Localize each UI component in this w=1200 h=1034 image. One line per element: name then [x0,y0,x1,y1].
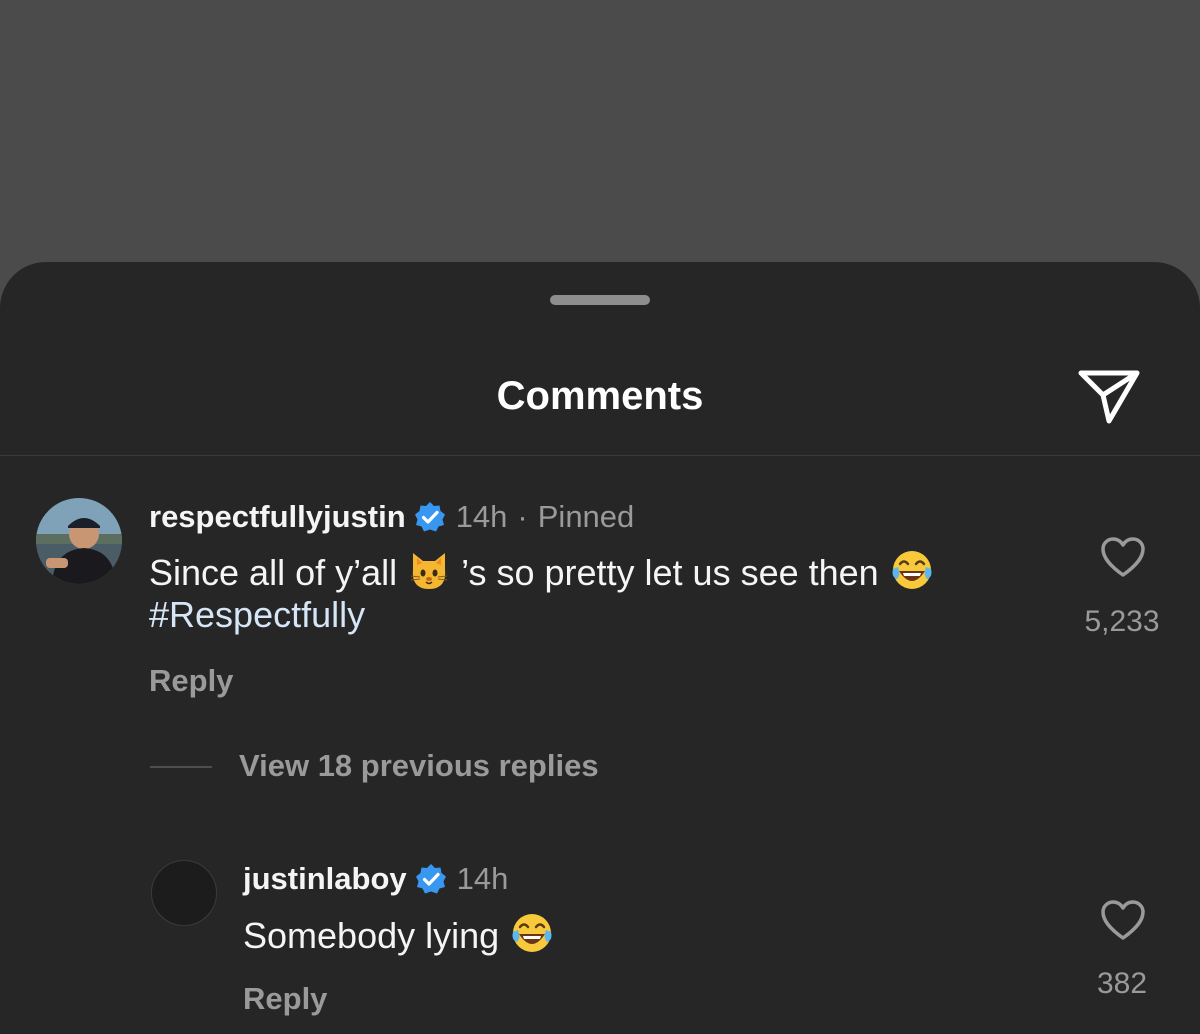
avatar-photo [36,498,122,584]
paper-plane-icon[interactable] [1076,364,1142,426]
verified-badge-icon [414,502,445,532]
sheet-title: Comments [496,374,704,418]
reply-text-body: Somebody lying [243,915,510,956]
like-count: 5,233 [1084,605,1160,638]
comments-sheet: Comments respectfullyjustin 14h · Pinned… [0,262,1200,1034]
reply-time: 14h [456,861,509,896]
replies-line [150,766,212,768]
like-count: 382 [1096,967,1148,1000]
reply-meta: justinlaboy 14h [243,860,508,898]
reply-text: Somebody lying [243,910,555,959]
comment-text-line1: Since all of y’all ’s so pretty let us s… [149,547,935,596]
drag-handle[interactable] [550,295,650,305]
reply-button[interactable]: Reply [243,980,327,1018]
reply-button[interactable]: Reply [149,662,233,700]
cat-face-emoji [411,553,448,589]
header-divider [0,455,1200,456]
heart-icon[interactable] [1099,535,1147,579]
reply-username[interactable]: justinlaboy [243,860,407,898]
comment-meta: respectfullyjustin 14h · Pinned [149,498,634,536]
verified-badge-icon [415,864,446,894]
comment-hashtag[interactable]: #Respectfully [149,594,365,635]
comment-time: 14h [455,499,508,534]
meta-separator: · [517,499,528,534]
comment-text-line2: #Respectfully [149,592,365,638]
tears-of-joy-emoji [892,551,932,589]
reply-avatar[interactable] [151,860,217,926]
heart-icon[interactable] [1099,898,1147,942]
tears-of-joy-emoji [512,914,552,952]
avatar[interactable] [36,498,122,584]
view-replies-button[interactable]: View 18 previous replies [239,747,599,785]
pinned-label: Pinned [537,499,635,534]
comment-text-part2: ’s so pretty let us see then [451,552,889,593]
comment-text-part1: Since all of y’all [149,552,408,593]
comment-username[interactable]: respectfullyjustin [149,498,406,536]
